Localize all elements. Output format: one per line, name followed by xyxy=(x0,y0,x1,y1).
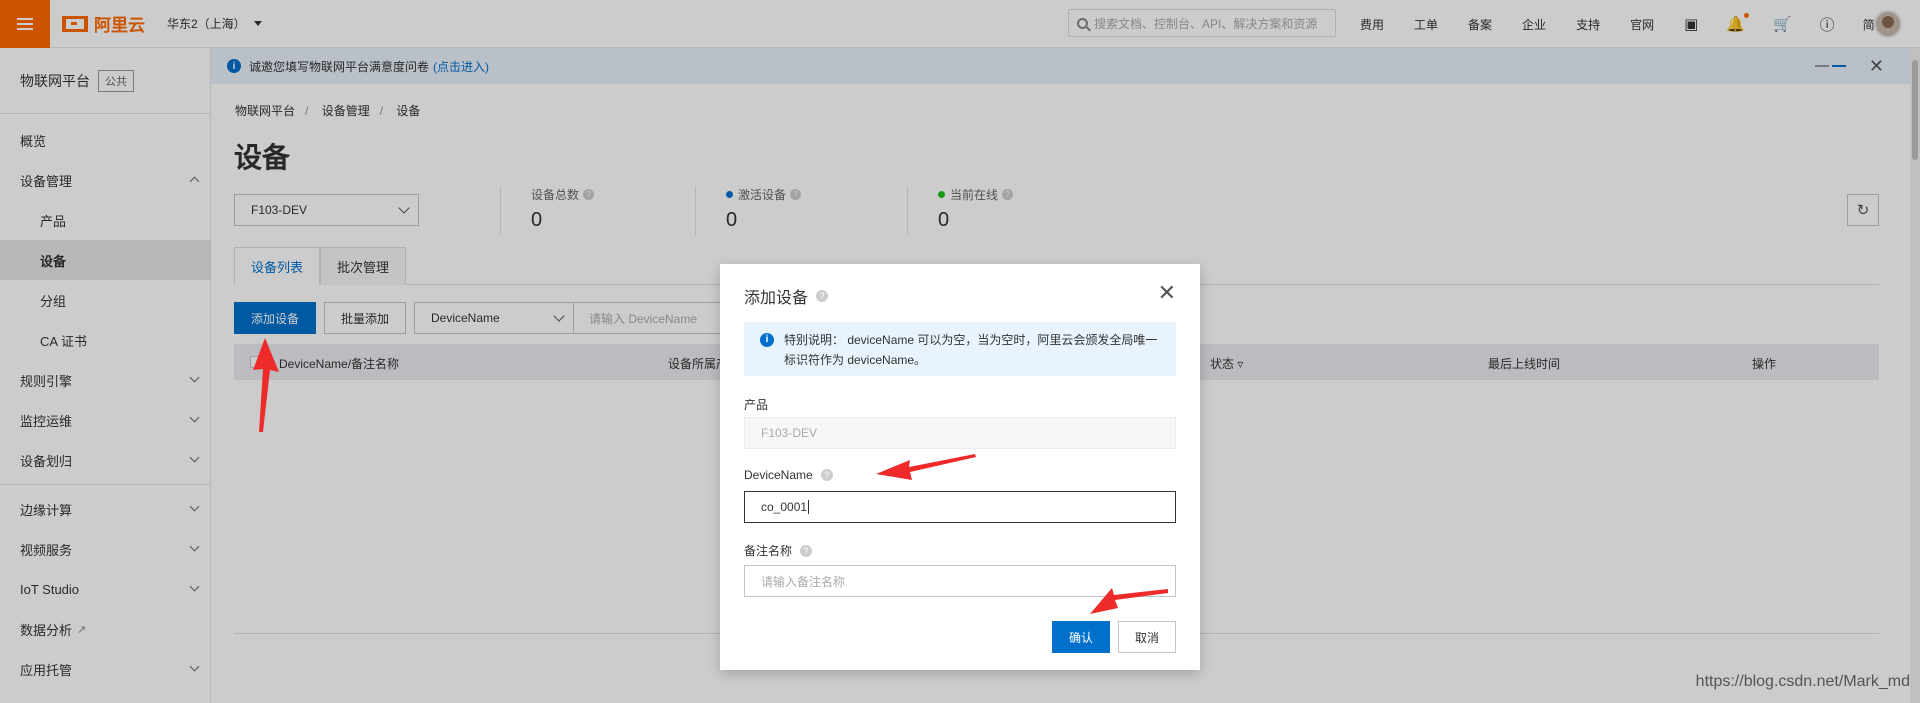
product-field-label: 产品 xyxy=(744,398,769,412)
confirm-button[interactable]: 确认 xyxy=(1052,621,1110,653)
help-icon[interactable]: ? xyxy=(816,290,829,302)
nickname-placeholder: 请输入备注名称 xyxy=(761,574,846,589)
dialog-info-tip: i 特别说明： deviceName 可以为空，当为空时，阿里云会颁发全局唯一标… xyxy=(744,322,1176,376)
help-icon[interactable]: ? xyxy=(820,469,833,481)
modal-overlay-top xyxy=(0,0,1920,48)
nickname-field-label: 备注名称 ? xyxy=(744,542,813,559)
devicename-value: co_0001 xyxy=(761,500,808,514)
product-field: F103-DEV xyxy=(744,417,1176,449)
help-icon[interactable]: ? xyxy=(800,544,813,557)
devicename-field-label: DeviceName ? xyxy=(744,468,833,482)
dialog-title: 添加设备 ? xyxy=(744,284,829,308)
devicename-input[interactable]: co_0001 xyxy=(744,491,1176,523)
dialog-title-text: 添加设备 xyxy=(744,290,809,307)
watermark: https://blog.csdn.net/Mark_md xyxy=(1695,673,1910,690)
info-icon: i xyxy=(760,333,774,347)
nickname-input[interactable]: 请输入备注名称 xyxy=(744,565,1176,597)
add-device-dialog: 添加设备 ? ✕ i 特别说明： deviceName 可以为空，当为空时，阿里… xyxy=(720,264,1200,670)
text-cursor xyxy=(808,500,810,514)
product-field-value: F103-DEV xyxy=(761,426,818,440)
cancel-button[interactable]: 取消 xyxy=(1118,621,1176,653)
dialog-tip-text: 特别说明： deviceName 可以为空，当为空时，阿里云会颁发全局唯一标识符… xyxy=(784,333,1158,367)
dialog-close-icon[interactable]: ✕ xyxy=(1158,282,1176,304)
